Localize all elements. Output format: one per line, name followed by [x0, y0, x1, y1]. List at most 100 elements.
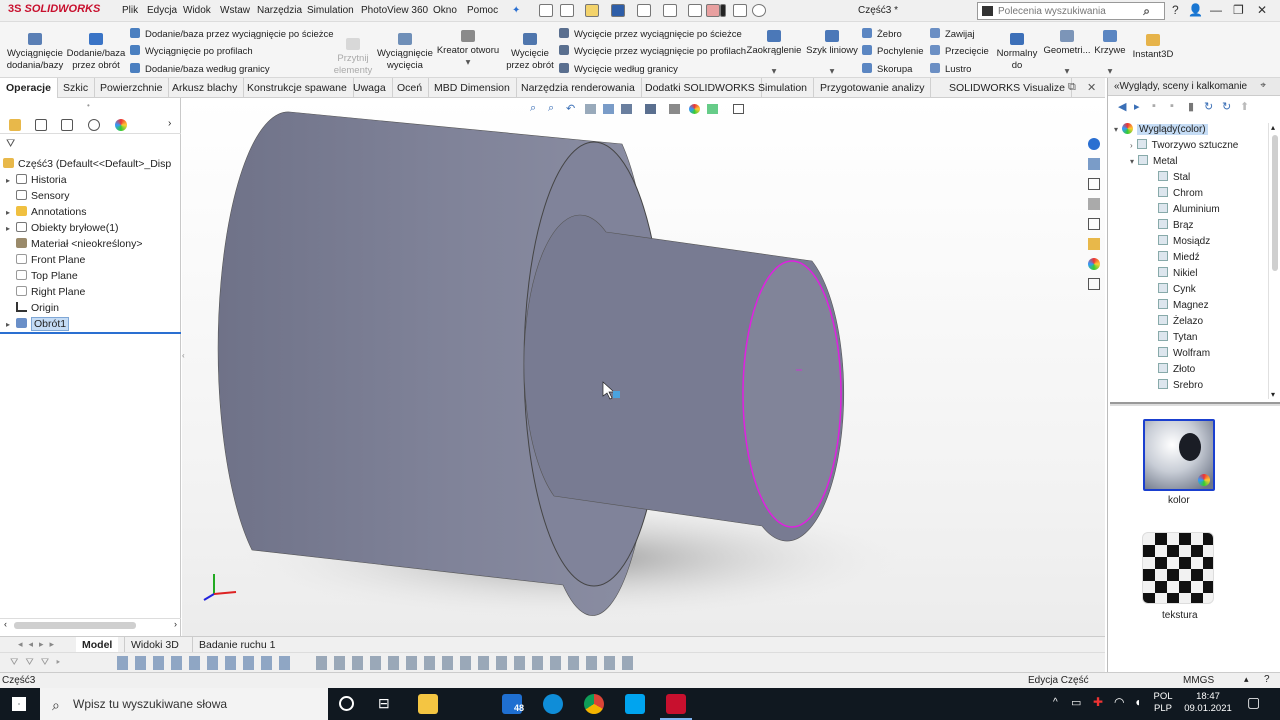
properties-tab-icon[interactable] — [1088, 278, 1100, 290]
menu-wstaw[interactable]: Wstaw — [220, 5, 250, 16]
tab-operacje[interactable]: Operacje — [0, 78, 58, 98]
normal-to-button[interactable]: Normalny do — [993, 33, 1041, 72]
appearance-thumbnail-color[interactable] — [1143, 419, 1215, 491]
volume-icon[interactable]: ◖ — [1134, 695, 1141, 709]
filter-icon[interactable]: ⛛ — [6, 138, 15, 151]
security-icon[interactable]: ✚ — [1093, 695, 1103, 709]
notifications-icon[interactable]: ▢ — [1247, 694, 1260, 711]
menu-simulation[interactable]: Simulation — [307, 5, 354, 16]
forward-icon[interactable]: ▸ — [1134, 100, 1140, 113]
tree-node-metal[interactable]: ▾ Metal — [1130, 155, 1177, 167]
tree-node-chrom[interactable]: Chrom — [1158, 187, 1203, 199]
menu-narzedzia[interactable]: Narzędzia — [257, 5, 302, 16]
units-chevron-icon[interactable]: ▴ — [1244, 674, 1249, 685]
tab-konstrukcje-spawane[interactable]: Konstrukcje spawane — [241, 78, 354, 98]
solidworks-taskbar-icon[interactable] — [666, 694, 686, 714]
tab-scroll-arrows[interactable]: ◂◂▸▸ — [18, 639, 60, 650]
trim-entities-button[interactable]: Przytnij elementy — [330, 38, 376, 77]
tree-item-right-plane[interactable]: Right Plane — [6, 286, 85, 298]
back-icon[interactable]: ◀ — [1118, 100, 1126, 113]
tab-ocen[interactable]: Oceń — [391, 78, 430, 98]
open-file-icon[interactable] — [585, 4, 599, 17]
menu-plik[interactable]: Plik — [122, 5, 138, 16]
swept-cut-button[interactable]: Wycięcie przez wyciągnięcie po ścieżce — [559, 28, 742, 40]
revolved-cut-button[interactable]: Wycięcie przez obrót — [503, 33, 557, 72]
tab-mbd-dimension[interactable]: MBD Dimension — [428, 78, 517, 98]
tab-arkusz-blachy[interactable]: Arkusz blachy — [166, 78, 245, 98]
tree-node-wolfram[interactable]: Wolfram — [1158, 347, 1210, 359]
options-gear-icon[interactable] — [752, 4, 766, 17]
tab-przygotowanie-analizy[interactable]: Przygotowanie analizy — [814, 78, 932, 98]
panel-collapse-icon[interactable]: ‹ — [182, 351, 185, 360]
mail-taskbar-icon[interactable]: 48 — [502, 694, 524, 714]
appearance-thumbnail-texture[interactable] — [1142, 532, 1214, 604]
tree-item-part[interactable]: Część3 (Default<<Default>_Disp — [3, 158, 171, 170]
swept-boss-button[interactable]: Dodanie/baza przez wyciągnięcie po ścież… — [130, 28, 334, 40]
tree-node-tytan[interactable]: Tytan — [1158, 331, 1197, 343]
fillet-button[interactable]: Zaokrąglenie ▾ — [746, 30, 802, 78]
refresh-icon[interactable]: ↻ — [1204, 100, 1213, 113]
tree-node-srebro[interactable]: Srebro — [1158, 379, 1203, 391]
tree-node-miedz[interactable]: Miedź — [1158, 251, 1200, 263]
traffic-light-icon[interactable] — [720, 4, 726, 17]
edge-taskbar-icon[interactable] — [543, 694, 563, 714]
undo-icon[interactable] — [663, 4, 677, 17]
help-icon[interactable]: ? — [1172, 3, 1179, 17]
panel-grip[interactable]: • — [87, 101, 90, 110]
solidworks-logo[interactable]: 3S SOLIDWORKS — [8, 3, 100, 15]
instant3d-button[interactable]: Instant3D — [1130, 34, 1176, 61]
select-icon[interactable] — [688, 4, 702, 17]
show-hidden-icons[interactable]: ^ — [1053, 697, 1058, 708]
restore-button[interactable]: ❐ — [1233, 3, 1244, 17]
appearances-tab-icon[interactable] — [1088, 258, 1100, 270]
units-selector[interactable]: MMGS — [1183, 675, 1214, 686]
intersect-button[interactable]: Przecięcie — [930, 45, 989, 57]
extruded-cut-button[interactable]: Wyciągnięcie wycięcia — [377, 33, 433, 72]
search-icon[interactable]: ⌕ — [1143, 4, 1150, 19]
tab-3d-views[interactable]: Widoki 3D — [124, 637, 185, 653]
pane-splitter[interactable] — [1110, 402, 1280, 406]
design-library-icon[interactable] — [1088, 158, 1100, 170]
file-properties-icon[interactable] — [733, 4, 747, 17]
menu-pomoc[interactable]: Pomoc — [467, 5, 498, 16]
windows-start-icon[interactable] — [12, 697, 26, 711]
property-manager-icon[interactable] — [35, 119, 47, 131]
tree-node-mosiadz[interactable]: Mosiądz — [1158, 235, 1210, 247]
tab-solidworks-visualize[interactable]: SOLIDWORKS Visualize — [943, 78, 1072, 98]
boundary-boss-button[interactable]: Dodanie/baza według granicy — [130, 63, 270, 75]
chevron-right-icon[interactable]: › — [168, 118, 171, 129]
tab-motion-study[interactable]: Badanie ruchu 1 — [192, 637, 281, 653]
teams-taskbar-icon[interactable] — [625, 694, 645, 714]
tree-node-zelazo[interactable]: Żelazo — [1158, 315, 1203, 327]
menu-widok[interactable]: Widok — [183, 5, 211, 16]
lofted-cut-button[interactable]: Wycięcie przez wyciągnięcie po profilach — [559, 45, 746, 57]
tree-item-top-plane[interactable]: Top Plane — [6, 270, 78, 282]
taskbar-search-input[interactable]: ⌕ Wpisz tu wyszukiwane słowa — [40, 688, 328, 720]
3d-model-view[interactable] — [182, 98, 1105, 636]
tab-simulation[interactable]: Simulation — [752, 78, 815, 98]
save-icon[interactable] — [611, 4, 625, 17]
reference-geometry-button[interactable]: Geometri... ▾ — [1042, 30, 1092, 78]
feature-tree-icon[interactable] — [9, 119, 21, 131]
refresh-all-icon[interactable]: ↻ — [1222, 100, 1231, 113]
tree-item-annotations[interactable]: ▸ Annotations — [6, 206, 86, 218]
lofted-boss-button[interactable]: Wyciągnięcie po profilach — [130, 45, 253, 57]
solidworks-resources-icon[interactable] — [1088, 138, 1100, 150]
user-icon[interactable]: 👤 — [1188, 3, 1203, 17]
search-3d-icon[interactable] — [1088, 198, 1100, 210]
tree-node-zloto[interactable]: Złoto — [1158, 363, 1195, 375]
pin-icon[interactable]: ✦ — [512, 5, 520, 16]
selection-filters-row-a[interactable] — [117, 656, 297, 670]
tree-node-nikiel[interactable]: Nikiel — [1158, 267, 1197, 279]
custom-properties-icon[interactable] — [1088, 238, 1100, 250]
clock[interactable]: 18:47 09.01.2021 — [1183, 691, 1233, 715]
tree-vertical-scrollbar[interactable]: ▴ ▾ — [1268, 123, 1280, 399]
close-viewport-icon[interactable]: ✕ — [1087, 81, 1096, 94]
tab-powierzchnie[interactable]: Powierzchnie — [94, 78, 170, 98]
file-explorer-taskbar-icon[interactable] — [418, 694, 438, 714]
rebuild-icon[interactable] — [706, 4, 720, 17]
tree-item-sensors[interactable]: Sensory — [6, 190, 70, 202]
tree-node-aluminium[interactable]: Aluminium — [1158, 203, 1220, 215]
tree-item-material[interactable]: Materiał <nieokreślony> — [6, 238, 142, 250]
rollback-bar[interactable] — [0, 332, 181, 334]
